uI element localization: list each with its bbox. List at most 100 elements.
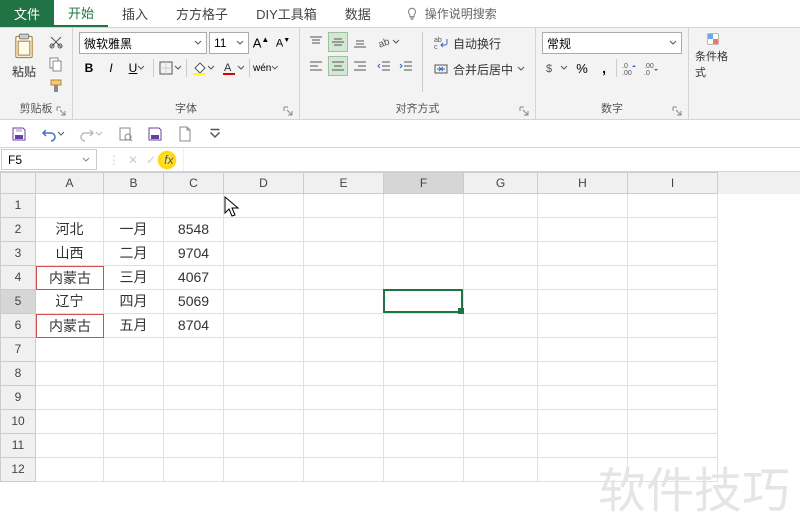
increase-font-button[interactable]: A▲	[251, 33, 271, 53]
align-bottom-button[interactable]	[350, 32, 370, 52]
cell-B3[interactable]: 二月	[104, 242, 164, 266]
fx-button[interactable]: fx	[164, 153, 173, 167]
cell-G3[interactable]	[464, 242, 538, 266]
underline-button[interactable]: U	[123, 58, 151, 78]
cell-E10[interactable]	[304, 410, 384, 434]
wrap-text-button[interactable]: abc 自动换行	[429, 32, 529, 54]
row-header-7[interactable]: 7	[0, 338, 36, 362]
cell-I4[interactable]	[628, 266, 718, 290]
cell-A9[interactable]	[36, 386, 104, 410]
cell-C11[interactable]	[164, 434, 224, 458]
cell-G11[interactable]	[464, 434, 538, 458]
cell-C9[interactable]	[164, 386, 224, 410]
col-header-C[interactable]: C	[164, 172, 224, 194]
merge-center-button[interactable]: 合并后居中	[429, 58, 529, 80]
cell-G12[interactable]	[464, 458, 538, 482]
row-header-6[interactable]: 6	[0, 314, 36, 338]
cell-E5[interactable]	[304, 290, 384, 314]
undo-button[interactable]	[38, 123, 68, 145]
cell-H7[interactable]	[538, 338, 628, 362]
dialog-launcher-icon[interactable]	[283, 106, 293, 116]
cell-H11[interactable]	[538, 434, 628, 458]
cell-A5[interactable]: 辽宁	[36, 290, 104, 314]
cell-B9[interactable]	[104, 386, 164, 410]
tab-home[interactable]: 开始	[54, 0, 108, 27]
cell-G1[interactable]	[464, 194, 538, 218]
tell-me-search[interactable]: 操作说明搜索	[405, 0, 497, 27]
cell-G10[interactable]	[464, 410, 538, 434]
cell-C2[interactable]: 8548	[164, 218, 224, 242]
cell-C6[interactable]: 8704	[164, 314, 224, 338]
cell-G2[interactable]	[464, 218, 538, 242]
col-header-D[interactable]: D	[224, 172, 304, 194]
cell-G7[interactable]	[464, 338, 538, 362]
tab-data[interactable]: 数据	[331, 0, 385, 27]
cell-I11[interactable]	[628, 434, 718, 458]
cell-E9[interactable]	[304, 386, 384, 410]
cell-B4[interactable]: 三月	[104, 266, 164, 290]
col-header-F[interactable]: F	[384, 172, 464, 194]
cell-H4[interactable]	[538, 266, 628, 290]
accounting-format-button[interactable]: $	[542, 58, 570, 78]
cell-E12[interactable]	[304, 458, 384, 482]
cell-F9[interactable]	[384, 386, 464, 410]
dialog-launcher-icon[interactable]	[672, 106, 682, 116]
align-center-button[interactable]	[328, 56, 348, 76]
qat-customize-button[interactable]	[204, 123, 226, 145]
cell-D11[interactable]	[224, 434, 304, 458]
font-name-combo[interactable]: 微软雅黑	[79, 32, 207, 54]
col-header-I[interactable]: I	[628, 172, 718, 194]
tab-file[interactable]: 文件	[0, 0, 54, 27]
cut-button[interactable]	[46, 32, 66, 52]
new-button[interactable]	[174, 123, 196, 145]
cell-B5[interactable]: 四月	[104, 290, 164, 314]
cell-E4[interactable]	[304, 266, 384, 290]
comma-button[interactable]: ,	[594, 58, 614, 78]
cell-D3[interactable]	[224, 242, 304, 266]
cell-I3[interactable]	[628, 242, 718, 266]
qat-save2-button[interactable]	[144, 123, 166, 145]
accept-formula-button[interactable]: ✓	[146, 153, 156, 167]
cell-I10[interactable]	[628, 410, 718, 434]
cell-D4[interactable]	[224, 266, 304, 290]
cell-C5[interactable]: 5069	[164, 290, 224, 314]
row-header-11[interactable]: 11	[0, 434, 36, 458]
cell-B6[interactable]: 五月	[104, 314, 164, 338]
cell-I6[interactable]	[628, 314, 718, 338]
cell-F3[interactable]	[384, 242, 464, 266]
cell-H9[interactable]	[538, 386, 628, 410]
cell-H10[interactable]	[538, 410, 628, 434]
cell-C4[interactable]: 4067	[164, 266, 224, 290]
cell-D7[interactable]	[224, 338, 304, 362]
col-header-E[interactable]: E	[304, 172, 384, 194]
number-format-combo[interactable]: 常规	[542, 32, 682, 54]
decrease-font-button[interactable]: A▼	[273, 33, 293, 53]
cell-A1[interactable]	[36, 194, 104, 218]
cell-A6[interactable]: 内蒙古	[36, 314, 104, 338]
format-painter-button[interactable]	[46, 76, 66, 96]
cell-B2[interactable]: 一月	[104, 218, 164, 242]
cell-I9[interactable]	[628, 386, 718, 410]
cell-B7[interactable]	[104, 338, 164, 362]
cell-E3[interactable]	[304, 242, 384, 266]
tab-diy[interactable]: DIY工具箱	[242, 0, 331, 27]
cell-A7[interactable]	[36, 338, 104, 362]
row-header-3[interactable]: 3	[0, 242, 36, 266]
cell-H5[interactable]	[538, 290, 628, 314]
align-top-button[interactable]	[306, 32, 326, 52]
row-header-8[interactable]: 8	[0, 362, 36, 386]
cell-D9[interactable]	[224, 386, 304, 410]
cell-I5[interactable]	[628, 290, 718, 314]
col-header-G[interactable]: G	[464, 172, 538, 194]
tab-insert[interactable]: 插入	[108, 0, 162, 27]
cell-I8[interactable]	[628, 362, 718, 386]
cell-F6[interactable]	[384, 314, 464, 338]
cell-I7[interactable]	[628, 338, 718, 362]
tab-fangfang[interactable]: 方方格子	[162, 0, 242, 27]
cell-G9[interactable]	[464, 386, 538, 410]
cell-I2[interactable]	[628, 218, 718, 242]
copy-button[interactable]	[46, 54, 66, 74]
align-left-button[interactable]	[306, 56, 326, 76]
cell-A12[interactable]	[36, 458, 104, 482]
borders-button[interactable]	[156, 58, 184, 78]
